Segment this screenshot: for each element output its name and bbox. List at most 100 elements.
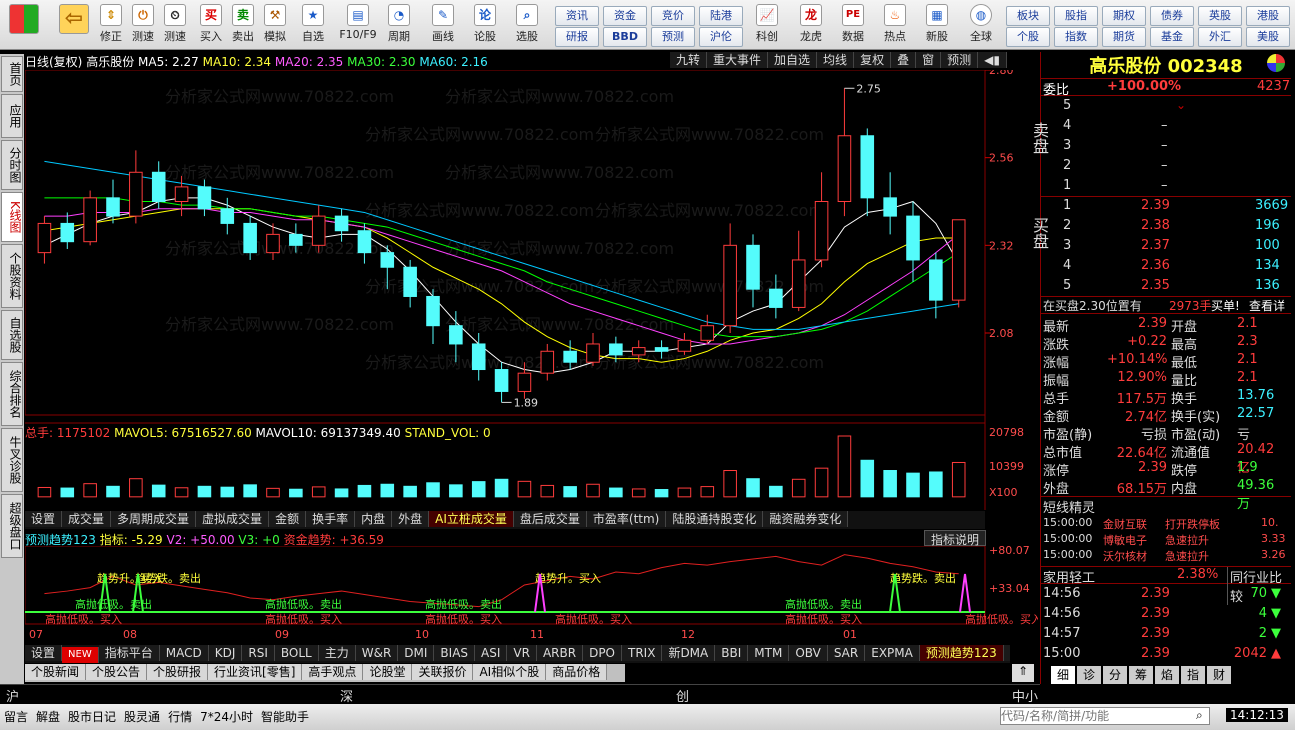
indicator-tab-1[interactable]: 成交量 (62, 511, 112, 527)
formula-tab-15[interactable]: TRIX (622, 645, 663, 661)
formula-tab-10[interactable]: BIAS (434, 645, 476, 661)
draw-button[interactable]: ✎ 画线 (428, 4, 458, 48)
formula-tab-12[interactable]: VR (507, 645, 537, 661)
indicator-tab-2[interactable]: 多周期成交量 (111, 511, 197, 527)
nav-profile[interactable]: 个股资料 (1, 244, 23, 308)
formula-tab-4[interactable]: KDJ (208, 645, 243, 661)
formula-tab-23[interactable]: 买 (1003, 645, 1010, 661)
footer-item-2[interactable]: 股市日记 (68, 710, 116, 724)
news-tab-7[interactable]: AI相似个股 (473, 664, 547, 680)
sz-index[interactable]: 深 (340, 686, 353, 705)
btn-bid[interactable]: 竞价 (651, 6, 695, 26)
formula-tab-11[interactable]: ASI (475, 645, 508, 661)
formula-tab-21[interactable]: EXPMA (865, 645, 920, 661)
formula-tab-20[interactable]: SAR (827, 645, 866, 661)
btn-index-futures[interactable]: 股指 (1054, 6, 1098, 26)
collapse-icon[interactable]: ◀▮ (978, 52, 1007, 68)
btn-futures[interactable]: 期货 (1102, 27, 1146, 47)
news-tab-8[interactable]: 商品价格 (546, 664, 608, 680)
buy-button[interactable]: 买买入 (196, 4, 226, 48)
btn-index[interactable]: 指数 (1054, 27, 1098, 47)
formula-tab-19[interactable]: OBV (789, 645, 828, 661)
sh-index[interactable]: 沪 (6, 686, 19, 705)
quote-tab-2[interactable]: 分 (1103, 666, 1127, 684)
news-tab-5[interactable]: 论股堂 (363, 664, 413, 680)
sell-button[interactable]: 卖卖出 (228, 4, 258, 48)
nav-favorites[interactable]: 自选股 (1, 310, 23, 360)
footer-item-4[interactable]: 行情 (168, 710, 192, 724)
quote-tab-1[interactable]: 诊 (1077, 666, 1101, 684)
indicator-chart[interactable]: +80.07+33.04趋势升。买入趋势跌。卖出高抛低吸。卖出 高抛低吸。卖出 高抛… (25, 546, 1038, 628)
nav-apps[interactable]: 应用 (1, 94, 23, 138)
cy-index[interactable]: 创 (676, 686, 689, 705)
nav-kline[interactable]: K线图 (1, 192, 23, 242)
formula-tab-7[interactable]: 主力 (318, 645, 356, 661)
formula-tab-13[interactable]: ARBR (536, 645, 584, 661)
news-tab-0[interactable]: 个股新闻 (25, 664, 87, 680)
formula-tab-5[interactable]: RSI (242, 645, 275, 661)
nav-super-orderbook[interactable]: 超级盘口 (1, 494, 23, 558)
formula-tab-14[interactable]: DPO (583, 645, 622, 661)
formula-tab-2[interactable]: 指标平台 (98, 645, 160, 661)
dragon-button[interactable]: 龙龙虎 (796, 4, 826, 48)
talk-button[interactable]: 论论股 (470, 4, 500, 48)
period-button[interactable]: ◔ 周期 (384, 4, 414, 48)
quote-tab-6[interactable]: 财 (1207, 666, 1231, 684)
indicator-tab-7[interactable]: 外盘 (392, 511, 430, 527)
favorite-button[interactable]: ★ 自选 (298, 4, 328, 48)
indicator-tab-6[interactable]: 内盘 (355, 511, 393, 527)
footer-item-1[interactable]: 解盘 (36, 710, 60, 724)
hot-button[interactable]: ♨ 热点 (880, 4, 910, 48)
news-tab-3[interactable]: 行业资讯[零售] (208, 664, 303, 680)
news-tab-4[interactable]: 高手观点 (302, 664, 364, 680)
footer-item-5[interactable]: 7*24小时 (200, 710, 253, 724)
footer-item-0[interactable]: 留言 (4, 710, 28, 724)
btn-nine-turn[interactable]: 九转 (670, 52, 708, 68)
quote-tab-4[interactable]: 焰 (1155, 666, 1179, 684)
fix-button[interactable]: ⇕ 修正 (96, 4, 126, 48)
formula-tab-22[interactable]: 预测趋势123 (919, 645, 1004, 661)
search-input[interactable] (1000, 707, 1210, 725)
indicator-tab-11[interactable]: 陆股通持股变化 (666, 511, 764, 527)
btn-major-events[interactable]: 重大事件 (707, 52, 769, 68)
nav-timeshare[interactable]: 分时图 (1, 140, 23, 190)
nav-home[interactable]: 首页 (1, 56, 23, 92)
speed-button[interactable]: ⏲ 测速 (160, 4, 190, 48)
back-button[interactable]: ⇦ (56, 4, 92, 48)
nav-ranking[interactable]: 综合排名 (1, 362, 23, 426)
global-button[interactable]: ◍ 全球 (966, 4, 996, 48)
btn-bonds[interactable]: 债券 (1150, 6, 1194, 26)
btn-report[interactable]: 研报 (555, 27, 599, 47)
indicator-explain-button[interactable]: 指标说明 (924, 530, 987, 547)
kline-chart[interactable]: 分析家公式网www.70822.com 分析家公式网www.70822.com分析… (25, 70, 1038, 515)
quote-tab-0[interactable]: 细 (1051, 666, 1075, 684)
kc-button[interactable]: 📈 科创 (752, 4, 782, 48)
pie-icon[interactable] (1267, 54, 1285, 72)
btn-london[interactable]: 沪伦 (699, 27, 743, 47)
btn-adjust[interactable]: 复权 (854, 52, 892, 68)
btn-fund[interactable]: 资金 (603, 6, 647, 26)
btn-hk[interactable]: 陆港 (699, 6, 743, 26)
formula-tab-17[interactable]: BBI (715, 645, 749, 661)
btn-add-fav[interactable]: 加自选 (768, 52, 818, 68)
btn-uk[interactable]: 英股 (1198, 6, 1242, 26)
btn-news[interactable]: 资讯 (555, 6, 599, 26)
btn-predict[interactable]: 预测 (941, 52, 979, 68)
indicator-tab-0[interactable]: 设置 (25, 511, 63, 527)
search-icon[interactable]: ⌕ (1196, 708, 1203, 723)
indicator-tab-9[interactable]: 盘后成交量 (513, 511, 587, 527)
footer-item-6[interactable]: 智能助手 (261, 710, 309, 724)
btn-funds[interactable]: 基金 (1150, 27, 1194, 47)
btn-stock[interactable]: 个股 (1006, 27, 1050, 47)
btn-us[interactable]: 美股 (1246, 27, 1290, 47)
pick-stock-button[interactable]: ⌕ 选股 (512, 4, 542, 48)
news-tab-6[interactable]: 关联报价 (412, 664, 474, 680)
indicator-tab-3[interactable]: 虚拟成交量 (196, 511, 270, 527)
speed-test-button[interactable]: ⏻ 测速 (128, 4, 158, 48)
footer-item-3[interactable]: 股灵通 (124, 710, 160, 724)
btn-window[interactable]: 窗 (916, 52, 942, 68)
formula-tab-1[interactable]: NEW (62, 647, 99, 663)
simulate-button[interactable]: ⚒ 模拟 (260, 4, 290, 48)
app-logo-icon[interactable] (4, 4, 44, 48)
f10-button[interactable]: ▤ F10/F9 (338, 4, 378, 48)
